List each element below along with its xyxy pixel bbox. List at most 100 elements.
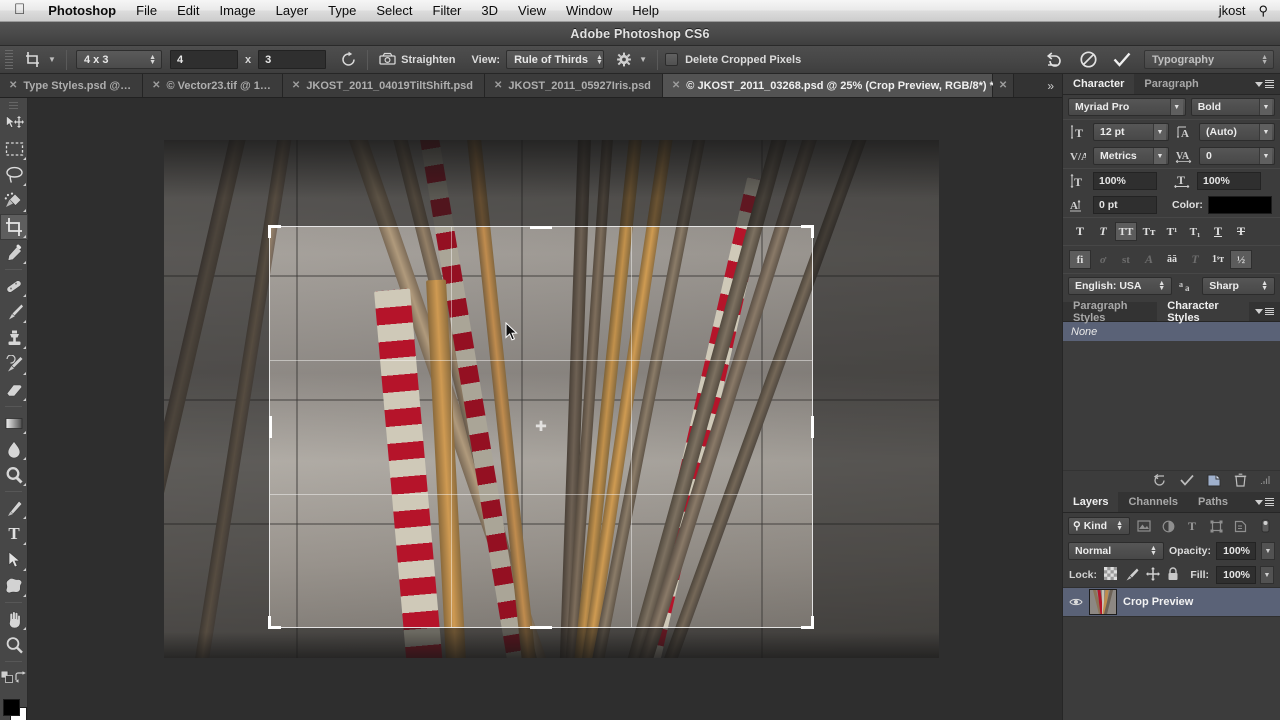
delete-style-icon[interactable]: [1234, 473, 1247, 490]
shape-filter-icon[interactable]: [1206, 517, 1226, 535]
tools-panel-gripper[interactable]: [0, 98, 27, 110]
menu-item-file[interactable]: File: [126, 0, 167, 22]
crop-width-input[interactable]: 4: [170, 50, 238, 69]
sidebar-item-hand-tool[interactable]: [0, 606, 28, 632]
fill-input[interactable]: 100%: [1216, 566, 1256, 584]
tab-layers[interactable]: Layers: [1063, 492, 1119, 512]
sidebar-item-path-selection-tool[interactable]: [0, 547, 28, 573]
crop-handle-left[interactable]: [268, 416, 272, 438]
superscript-button[interactable]: T¹: [1161, 222, 1183, 241]
sidebar-item-eraser-tool[interactable]: [0, 377, 28, 403]
crop-handle-top[interactable]: [530, 225, 552, 229]
straighten-icon[interactable]: [375, 49, 399, 71]
sidebar-item-horizontal-type-tool[interactable]: T: [0, 521, 28, 547]
options-bar-gripper[interactable]: [2, 46, 16, 74]
crop-options-gear-icon[interactable]: [612, 49, 636, 71]
document-tab-partial[interactable]: ✕: [992, 74, 1015, 97]
menu-item-window[interactable]: Window: [556, 0, 622, 22]
menu-item-image[interactable]: Image: [210, 0, 266, 22]
tab-channels[interactable]: Channels: [1118, 492, 1188, 512]
chevron-double-right-icon[interactable]: »: [1039, 74, 1062, 97]
discretionary-ligatures-button[interactable]: st: [1115, 250, 1137, 269]
sidebar-item-move-tool[interactable]: [0, 110, 28, 136]
document-tab-active[interactable]: ✕ © JKOST_2011_03268.psd @ 25% (Crop Pre…: [662, 74, 994, 97]
foreground-color-swatch[interactable]: [3, 699, 20, 716]
close-icon[interactable]: ✕: [999, 80, 1007, 91]
font-family-select[interactable]: Myriad Pro ▼: [1068, 98, 1186, 116]
text-color-swatch[interactable]: [1207, 196, 1272, 214]
titling-alternates-button[interactable]: āā: [1161, 250, 1183, 269]
tab-paths[interactable]: Paths: [1188, 492, 1238, 512]
crop-handle-bottom-left[interactable]: [268, 616, 281, 629]
search-icon[interactable]: ⚲: [1254, 3, 1280, 19]
underline-button[interactable]: T: [1207, 222, 1229, 241]
sidebar-item-dodge-tool[interactable]: [0, 462, 28, 488]
crop-handle-bottom-right[interactable]: [801, 616, 814, 629]
commit-checkmark-icon[interactable]: [1110, 49, 1134, 71]
workspace-select[interactable]: Typography ▲ ▼: [1144, 50, 1274, 69]
standard-ligatures-button[interactable]: fi: [1069, 250, 1091, 269]
close-icon[interactable]: ✕: [494, 80, 502, 91]
crop-handle-top-right[interactable]: [801, 225, 814, 238]
lock-all-icon[interactable]: [1167, 566, 1179, 584]
document-tab[interactable]: ✕ JKOST_2011_05927Iris.psd: [485, 74, 663, 97]
swap-colors-icon[interactable]: [15, 670, 27, 686]
clear-override-icon[interactable]: [1153, 473, 1167, 490]
sidebar-item-pen-tool[interactable]: [0, 495, 28, 521]
gear-chevron-down-icon[interactable]: ▼: [636, 49, 650, 71]
swap-orientation-icon[interactable]: [336, 49, 360, 71]
swash-button[interactable]: A: [1138, 250, 1160, 269]
cancel-icon[interactable]: [1076, 49, 1100, 71]
menu-bar-user[interactable]: jkost: [1210, 3, 1255, 18]
delete-cropped-pixels-label[interactable]: Delete Cropped Pixels: [685, 54, 801, 66]
panel-resize-grip[interactable]: [1260, 475, 1270, 488]
delete-cropped-pixels-checkbox[interactable]: [665, 53, 679, 66]
menu-item-type[interactable]: Type: [318, 0, 366, 22]
document-tab[interactable]: ✕ JKOST_2011_04019TiltShift.psd: [282, 74, 486, 97]
menu-item-layer[interactable]: Layer: [266, 0, 319, 22]
layer-visibility-eye-icon[interactable]: [1069, 597, 1083, 607]
redefine-style-icon[interactable]: [1180, 474, 1194, 489]
close-icon[interactable]: ✕: [152, 80, 160, 91]
crop-preview-thumbnail[interactable]: [1089, 589, 1117, 615]
sidebar-item-quick-selection-tool[interactable]: [0, 188, 28, 214]
opacity-input[interactable]: 100%: [1216, 542, 1256, 560]
image-document[interactable]: ✚: [164, 140, 939, 658]
crop-center-anchor-icon[interactable]: ✚: [535, 418, 547, 435]
leading-select[interactable]: (Auto) ▼: [1199, 123, 1275, 141]
new-style-icon[interactable]: [1207, 474, 1221, 490]
sidebar-item-brush-tool[interactable]: [0, 299, 28, 325]
default-colors-icon[interactable]: [0, 670, 13, 686]
crop-handle-right[interactable]: [810, 416, 814, 438]
sidebar-item-crop-tool[interactable]: [0, 214, 28, 240]
sidebar-item-eyedropper-tool[interactable]: [0, 240, 28, 266]
document-canvas[interactable]: ✚: [28, 98, 1062, 720]
close-icon[interactable]: ✕: [672, 80, 680, 91]
tab-character-styles[interactable]: Character Styles: [1157, 300, 1249, 324]
close-icon[interactable]: ✕: [9, 80, 17, 91]
sidebar-item-clone-stamp-tool[interactable]: [0, 325, 28, 351]
menu-item-select[interactable]: Select: [366, 0, 422, 22]
crop-handle-top-left[interactable]: [268, 225, 281, 238]
small-caps-button[interactable]: Tᴛ: [1138, 222, 1160, 241]
crop-height-input[interactable]: 3: [258, 50, 327, 69]
lock-image-icon[interactable]: [1124, 567, 1139, 584]
horizontal-scale-input[interactable]: 100%: [1197, 172, 1261, 190]
menu-app-name[interactable]: Photoshop: [38, 0, 126, 22]
baseline-shift-input[interactable]: 0 pt: [1093, 196, 1157, 214]
tool-preset-chevron-down-icon[interactable]: ▼: [45, 49, 59, 71]
fill-chevron-down-icon[interactable]: ▼: [1260, 566, 1274, 584]
document-tab[interactable]: ✕ © Vector23.tif @ 1…: [143, 74, 283, 97]
crop-preset-select[interactable]: 4 x 3 ▲ ▼: [76, 50, 162, 69]
sidebar-item-custom-shape-tool[interactable]: [0, 573, 28, 599]
subscript-button[interactable]: T₁: [1184, 222, 1206, 241]
filter-toggle-switch[interactable]: [1255, 517, 1275, 535]
ordinals-button[interactable]: 1ˢᴛ: [1207, 250, 1229, 269]
lock-position-icon[interactable]: [1146, 566, 1161, 584]
menu-item-edit[interactable]: Edit: [167, 0, 209, 22]
sidebar-item-history-brush-tool[interactable]: [0, 351, 28, 377]
tab-paragraph-styles[interactable]: Paragraph Styles: [1063, 300, 1158, 324]
styles-panel-menu-icon[interactable]: [1249, 302, 1280, 321]
tab-paragraph[interactable]: Paragraph: [1134, 74, 1209, 94]
pixel-filter-icon[interactable]: [1134, 517, 1154, 535]
